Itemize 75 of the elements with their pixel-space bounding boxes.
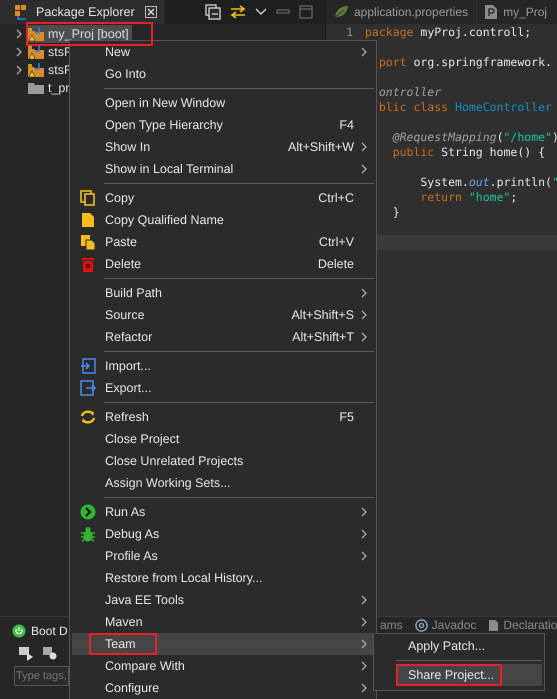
code-line: blic class HomeController bbox=[378, 100, 552, 114]
copy-icon bbox=[80, 190, 96, 206]
run-icon bbox=[80, 504, 96, 520]
bug-icon bbox=[80, 526, 96, 542]
chevron-down-icon[interactable] bbox=[255, 8, 267, 16]
menu-item[interactable]: Refactor Alt+Shift+T bbox=[72, 326, 374, 348]
menu-item[interactable]: Export... bbox=[72, 377, 374, 399]
menu-item[interactable]: Copy Ctrl+C bbox=[72, 187, 374, 209]
document-p-icon bbox=[484, 4, 498, 20]
menu-item[interactable]: Share Project... bbox=[396, 664, 542, 686]
menu-item[interactable]: Restore from Local History... bbox=[72, 567, 374, 589]
code-line: ontroller bbox=[378, 85, 442, 99]
menu-item[interactable]: Open in New Window bbox=[72, 92, 374, 114]
trash-icon bbox=[81, 256, 95, 272]
folder-icon bbox=[27, 80, 45, 96]
code-line: port org.springframework. bbox=[378, 55, 552, 69]
project-folder-icon bbox=[27, 44, 45, 60]
line-number: 1 bbox=[346, 25, 353, 40]
refresh-icon bbox=[80, 409, 96, 425]
editor-tab[interactable]: my_Proj bbox=[477, 0, 548, 24]
minimize-icon[interactable] bbox=[276, 9, 290, 15]
menu-item[interactable]: Open Type Hierarchy F4 bbox=[72, 114, 374, 136]
link-arrows-icon[interactable] bbox=[230, 5, 246, 19]
menu-item[interactable]: Java EE Tools bbox=[72, 589, 374, 611]
menu-item[interactable]: Run As bbox=[72, 501, 374, 523]
code-line: @RequestMapping("/home") bbox=[392, 130, 557, 144]
menu-item[interactable]: Assign Working Sets... bbox=[72, 472, 374, 494]
menu-item[interactable]: Configure bbox=[72, 677, 374, 699]
collapse-all-icon[interactable] bbox=[205, 4, 221, 20]
menu-item[interactable]: Copy Qualified Name bbox=[72, 209, 374, 231]
code-line: return "home"; bbox=[419, 190, 518, 204]
code-line: public String home() { bbox=[392, 145, 546, 159]
panel-title[interactable]: Boot D bbox=[31, 624, 68, 638]
menu-item[interactable]: Go Into bbox=[72, 63, 374, 85]
menu-item[interactable]: Show in Local Terminal bbox=[72, 158, 374, 180]
power-icon bbox=[12, 624, 26, 638]
project-folder-icon bbox=[27, 62, 45, 78]
tags-field[interactable]: Type tags, bbox=[14, 666, 69, 686]
import-icon bbox=[80, 358, 96, 374]
code-line: } bbox=[392, 205, 400, 219]
start-icon[interactable] bbox=[18, 645, 34, 661]
maximize-icon[interactable] bbox=[299, 5, 313, 19]
panel-tab[interactable]: Javadoc bbox=[414, 618, 476, 632]
menu-item[interactable]: Import... bbox=[72, 355, 374, 377]
code-line: System.out.println(" bbox=[419, 175, 557, 189]
project-folder-icon bbox=[27, 26, 45, 42]
export-icon bbox=[80, 380, 96, 396]
menu-item[interactable]: Source Alt+Shift+S bbox=[72, 304, 374, 326]
debug-start-icon[interactable] bbox=[42, 645, 58, 661]
menu-item[interactable]: Build Path bbox=[72, 282, 374, 304]
close-icon[interactable] bbox=[144, 6, 157, 18]
paste-icon bbox=[80, 234, 96, 250]
document-icon bbox=[488, 618, 500, 632]
menu-item[interactable]: Profile As bbox=[72, 545, 374, 567]
document-icon bbox=[81, 212, 95, 228]
tree-item[interactable]: t_pr bbox=[26, 79, 73, 97]
menu-item[interactable]: Show In Alt+Shift+W bbox=[72, 136, 374, 158]
menu-item[interactable]: Paste Ctrl+V bbox=[72, 231, 374, 253]
view-tab[interactable]: Package Explorer bbox=[0, 0, 165, 24]
menu-item[interactable]: New bbox=[72, 41, 374, 63]
menu-item[interactable]: Maven bbox=[72, 611, 374, 633]
editor-tab[interactable]: application.properties bbox=[326, 0, 478, 24]
menu-item[interactable]: Team bbox=[72, 633, 374, 655]
menu-item[interactable]: Close Project bbox=[72, 428, 374, 450]
menu-item[interactable]: Compare With bbox=[72, 655, 374, 677]
panel-tab[interactable]: ams bbox=[380, 618, 403, 632]
menu-item[interactable]: Apply Patch... bbox=[396, 635, 542, 657]
code-line: package myProj.controll; bbox=[365, 25, 532, 39]
leaf-icon bbox=[333, 5, 349, 19]
menu-item[interactable]: Debug As bbox=[72, 523, 374, 545]
at-sign-icon bbox=[414, 618, 428, 632]
menu-item[interactable]: Refresh F5 bbox=[72, 406, 374, 428]
panel-tab[interactable]: Declaratio bbox=[488, 618, 557, 632]
menu-item[interactable]: Delete Delete bbox=[72, 253, 374, 275]
menu-item[interactable]: Close Unrelated Projects bbox=[72, 450, 374, 472]
